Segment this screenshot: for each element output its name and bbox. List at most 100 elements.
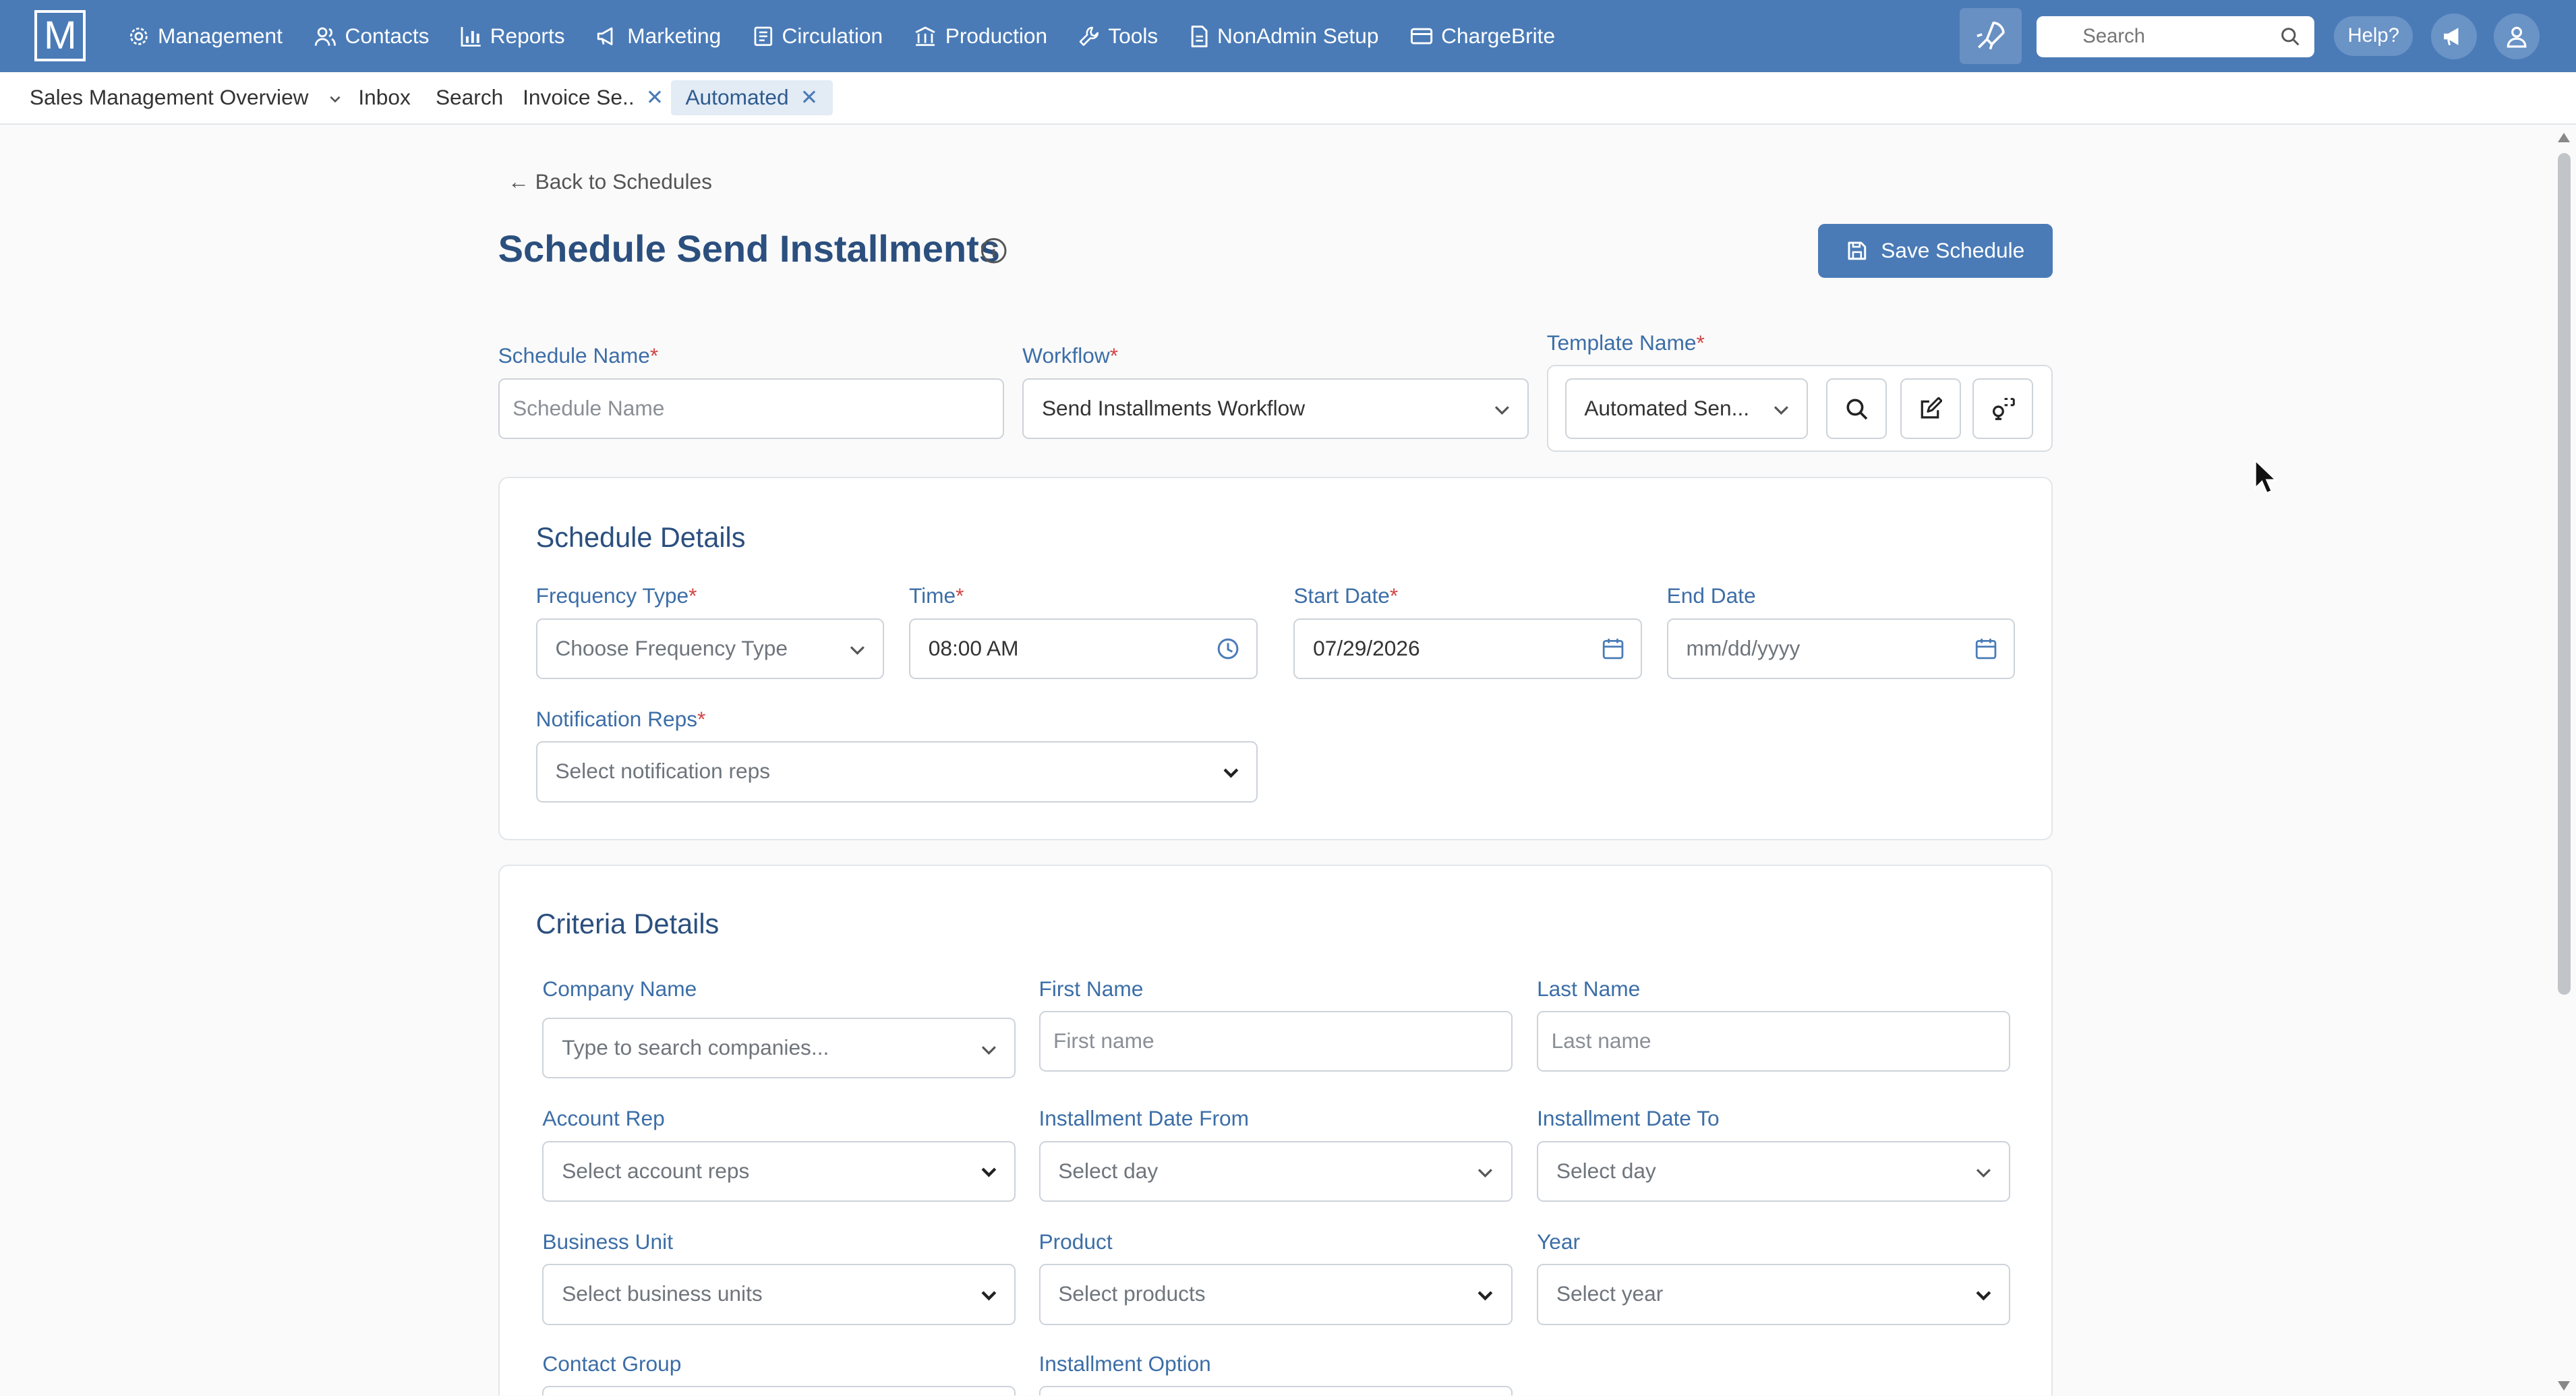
document-icon — [1191, 25, 1208, 47]
template-builder-button[interactable] — [1972, 378, 2034, 439]
notification-reps-select[interactable]: Select notification reps — [535, 741, 1258, 803]
last-name-field[interactable] — [1537, 1011, 2011, 1072]
installment-option-select[interactable] — [1038, 1385, 1513, 1396]
info-icon[interactable] — [980, 237, 1007, 264]
tab-automated[interactable]: Automated ✕ — [670, 80, 833, 115]
users-icon — [315, 27, 336, 46]
end-date-input[interactable]: mm/dd/yyyy — [1666, 618, 2016, 679]
nav-contacts-label: Contacts — [345, 24, 430, 49]
nav-chargebrite[interactable]: ChargeBrite — [1410, 24, 1555, 49]
last-name-label: Last Name — [1537, 976, 1641, 1001]
scrollbar-thumb[interactable] — [2557, 152, 2571, 995]
user-profile-button[interactable] — [2493, 13, 2540, 59]
template-search-button[interactable] — [1826, 378, 1887, 439]
help-button[interactable]: Help? — [2334, 16, 2413, 56]
end-date-placeholder: mm/dd/yyyy — [1686, 635, 1801, 660]
nav-tools-label: Tools — [1108, 24, 1159, 49]
close-icon[interactable]: ✕ — [646, 85, 664, 109]
back-to-schedules-link[interactable]: ← Back to Schedules — [508, 169, 712, 194]
account-rep-placeholder: Select account reps — [562, 1158, 750, 1183]
nav-chargebrite-label: ChargeBrite — [1441, 24, 1556, 49]
nav-nonadmin-setup[interactable]: NonAdmin Setup — [1190, 24, 1379, 49]
main-menu: Management Contacts Reports Marketing Ci… — [128, 0, 1586, 72]
first-name-field[interactable] — [1038, 1011, 1513, 1072]
tab-sales-management-overview[interactable]: Sales Management Overview — [30, 72, 343, 123]
tab-search[interactable]: Search — [436, 72, 503, 123]
template-edit-button[interactable] — [1900, 378, 1961, 439]
template-name-select[interactable]: Automated Sen... — [1564, 378, 1809, 439]
chevron-down-icon — [981, 1167, 997, 1177]
installment-date-from-label: Installment Date From — [1038, 1106, 1250, 1131]
time-label: Time* — [908, 583, 964, 608]
start-date-input[interactable]: 07/29/2026 — [1293, 618, 1643, 679]
quick-launch-button[interactable] — [1959, 8, 2022, 65]
tab-label: Sales Management Overview — [29, 85, 309, 110]
business-unit-select[interactable]: Select business units — [542, 1264, 1016, 1325]
installment-date-to-placeholder: Select day — [1556, 1158, 1656, 1183]
close-icon[interactable]: ✕ — [800, 85, 819, 109]
schedule-name-input[interactable] — [513, 379, 916, 437]
chevron-down-icon[interactable] — [328, 92, 343, 107]
nav-circulation[interactable]: Circulation — [753, 24, 883, 49]
company-name-select[interactable]: Type to search companies... — [542, 1017, 1016, 1078]
criteria-details-title: Criteria Details — [535, 907, 720, 939]
tab-inbox[interactable]: Inbox — [358, 72, 410, 123]
product-label: Product — [1038, 1229, 1113, 1254]
account-rep-select[interactable]: Select account reps — [542, 1140, 1016, 1202]
nav-nonadmin-setup-label: NonAdmin Setup — [1217, 24, 1379, 49]
workflow-select[interactable]: Send Installments Workflow — [1022, 378, 1529, 439]
start-date-label: Start Date* — [1293, 583, 1399, 608]
tab-label: Automated — [685, 85, 789, 110]
scroll-down-arrow[interactable] — [2557, 1381, 2570, 1391]
contact-group-select[interactable] — [542, 1385, 1016, 1396]
nav-reports[interactable]: Reports — [461, 24, 565, 49]
nav-marketing-label: Marketing — [627, 24, 722, 49]
template-name-label: Template Name* — [1546, 330, 1705, 355]
product-select[interactable]: Select products — [1038, 1264, 1513, 1325]
installment-date-to-select[interactable]: Select day — [1537, 1140, 2011, 1202]
workflow-label: Workflow* — [1022, 343, 1119, 368]
installment-date-from-select[interactable]: Select day — [1038, 1140, 1513, 1202]
nav-contacts[interactable]: Contacts — [314, 24, 430, 49]
app-logo[interactable]: M — [34, 9, 86, 61]
credit-card-icon — [1410, 28, 1432, 45]
first-name-input[interactable] — [1053, 1012, 1430, 1070]
calendar-icon[interactable] — [1974, 637, 1997, 660]
nav-marketing[interactable]: Marketing — [596, 24, 721, 49]
save-schedule-button[interactable]: Save Schedule — [1817, 223, 2053, 278]
mouse-cursor-icon — [2254, 459, 2277, 494]
page-scrollbar[interactable] — [2552, 125, 2576, 1396]
notification-reps-placeholder: Select notification reps — [555, 759, 771, 784]
chevron-down-icon — [1477, 1291, 1493, 1301]
year-select[interactable]: Select year — [1537, 1264, 2011, 1325]
global-search[interactable] — [2037, 16, 2314, 58]
time-value: 08:00 AM — [928, 635, 1019, 660]
last-name-input[interactable] — [1551, 1012, 1928, 1070]
account-rep-label: Account Rep — [542, 1106, 665, 1131]
columns-icon — [915, 26, 935, 46]
nav-tools[interactable]: Tools — [1078, 24, 1158, 49]
wrench-icon — [1080, 26, 1099, 46]
end-date-label: End Date — [1666, 583, 1756, 608]
clock-icon[interactable] — [1217, 637, 1239, 660]
rocket-icon — [1977, 22, 2006, 50]
notification-reps-label: Notification Reps* — [535, 707, 706, 732]
megaphone-icon — [2444, 27, 2459, 45]
frequency-type-select[interactable]: Choose Frequency Type — [535, 618, 885, 679]
gear-icon — [130, 27, 148, 45]
tab-invoice-search[interactable]: Invoice Se.. ✕ — [523, 72, 664, 123]
search-icon[interactable] — [2280, 26, 2300, 46]
global-search-input[interactable] — [2082, 16, 2264, 58]
time-input[interactable]: 08:00 AM — [908, 618, 1258, 679]
installment-date-from-placeholder: Select day — [1058, 1158, 1159, 1183]
scroll-up-arrow[interactable] — [2557, 133, 2570, 143]
nav-production[interactable]: Production — [914, 24, 1047, 49]
announcements-button[interactable] — [2431, 13, 2478, 59]
frequency-type-label: Frequency Type* — [535, 583, 697, 608]
schedule-name-field[interactable] — [498, 378, 1005, 439]
calendar-icon[interactable] — [1602, 637, 1624, 660]
schedule-name-label: Schedule Name* — [498, 343, 659, 368]
installment-date-to-label: Installment Date To — [1537, 1106, 1720, 1131]
nav-management[interactable]: Management — [128, 24, 283, 49]
chevron-down-icon — [1223, 768, 1238, 778]
